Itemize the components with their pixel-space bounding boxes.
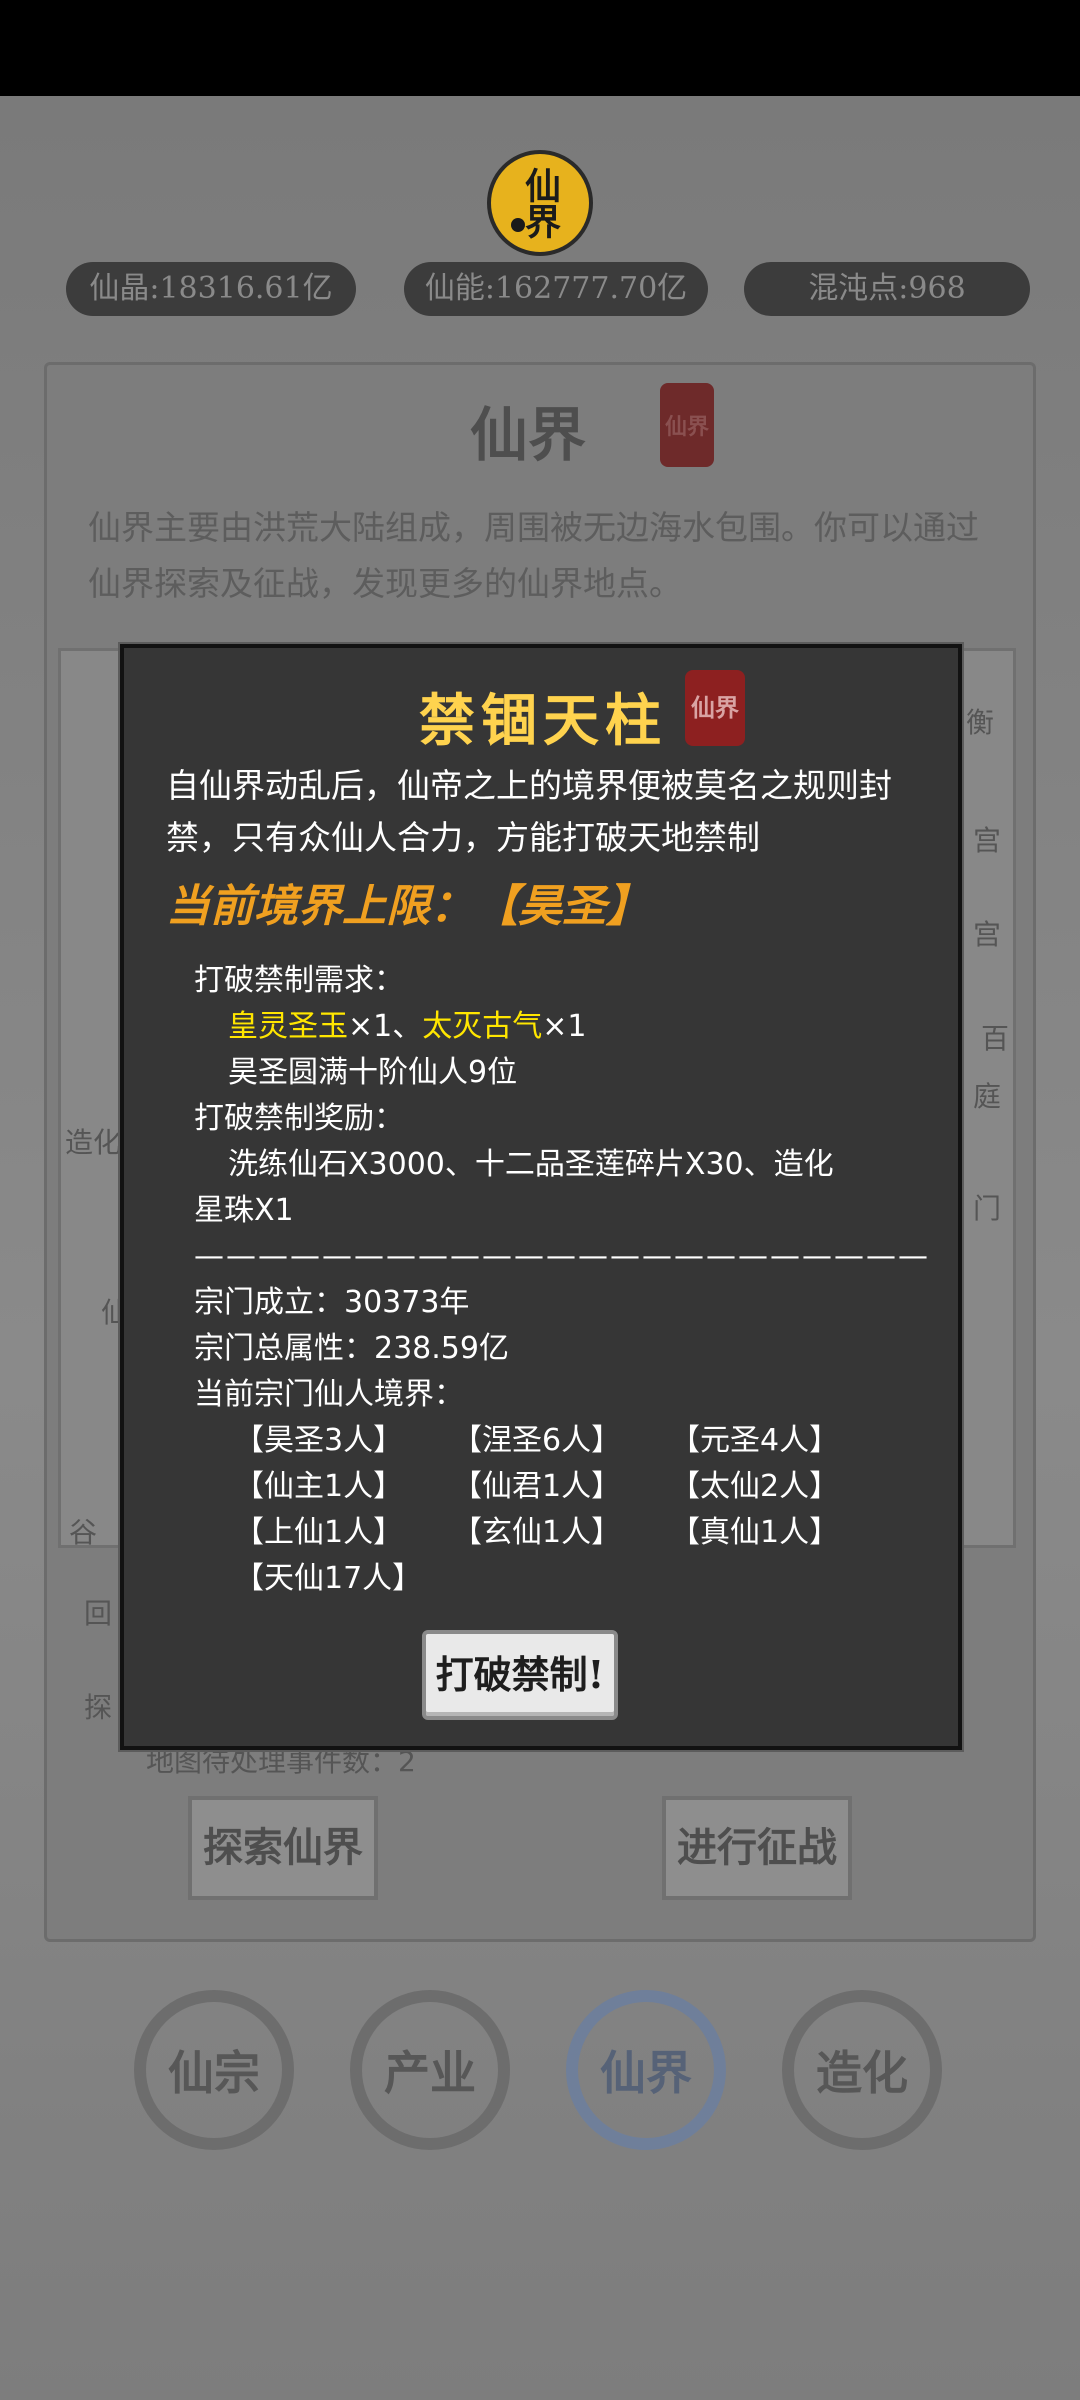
resource-crystal: 仙晶:18316.61亿 (66, 262, 356, 316)
break-seal-button[interactable]: 打破禁制! (422, 1630, 618, 1720)
seal-pillar-dialog: 禁锢天柱 仙界 自仙界动乱后，仙帝之上的境界便被莫名之规则封禁，只有众仙人合力，… (120, 644, 962, 1750)
realm-logo-icon: 仙界 (487, 150, 593, 256)
requirements-title: 打破禁制需求： (194, 963, 404, 998)
map-label[interactable]: 谷 (69, 1511, 97, 1551)
realm-entry: 【玄仙1人】 (452, 1515, 622, 1550)
req-item-qi-count: ×1 (542, 1009, 587, 1044)
dialog-description: 自仙界动乱后，仙帝之上的境界便被莫名之规则封禁，只有众仙人合力，方能打破天地禁制 (166, 766, 892, 857)
divider: ——————————————————————— (194, 1239, 930, 1274)
requirement-people: 昊圣圆满十阶仙人9位 (228, 1055, 518, 1090)
realm-entry: 【仙君1人】 (452, 1469, 622, 1504)
resource-chaos: 混沌点:968 (744, 262, 1030, 316)
realm-grid: 【昊圣3人】 【涅圣6人】 【元圣4人】 【仙主1人】 【仙君1人】 【太仙2人… (194, 1418, 934, 1602)
dialog-seal-icon: 仙界 (685, 670, 745, 746)
realm-entry: 【天仙17人】 (234, 1561, 423, 1596)
realm-entry: 【上仙1人】 (234, 1515, 404, 1550)
realms-title: 当前宗门仙人境界： (194, 1377, 464, 1412)
rewards-list: 洗练仙石X3000、十二品圣莲碎片X30、造化 (228, 1147, 834, 1182)
panel-title: 仙界 (470, 401, 587, 469)
explore-button[interactable]: 探索仙界 (188, 1796, 378, 1900)
panel-seal-icon: 仙界 (660, 383, 714, 467)
map-control-button[interactable]: 回 (84, 1592, 112, 1632)
panel-description: 仙界主要由洪荒大陆组成，周围被无边海水包围。你可以通过仙界探索及征战，发现更多的… (88, 508, 979, 603)
realm-entry: 【真仙1人】 (670, 1515, 840, 1550)
status-bar (0, 0, 1080, 96)
rewards-title: 打破禁制奖励： (194, 1101, 404, 1136)
nav-industry[interactable]: 产业 (350, 1990, 510, 2150)
realm-entry: 【涅圣6人】 (452, 1423, 622, 1458)
map-label[interactable]: 庭 (973, 1075, 1001, 1115)
nav-realm[interactable]: 仙界 (566, 1990, 726, 2150)
nav-creation[interactable]: 造化 (782, 1990, 942, 2150)
realm-entry: 【元圣4人】 (670, 1423, 840, 1458)
realm-entry: 【太仙2人】 (670, 1469, 840, 1504)
map-label[interactable]: 门 (973, 1187, 1001, 1227)
map-label[interactable]: 宫 (973, 819, 1001, 859)
battle-button[interactable]: 进行征战 (662, 1796, 852, 1900)
sect-founded: 宗门成立：30373年 (194, 1285, 470, 1320)
sect-attribute: 宗门总属性：238.59亿 (194, 1331, 509, 1366)
resource-energy: 仙能:162777.70亿 (404, 262, 708, 316)
realm-entry: 【昊圣3人】 (234, 1423, 404, 1458)
req-item-jade: 皇灵圣玉 (228, 1009, 348, 1044)
rewards-list-cont: 星珠X1 (194, 1193, 294, 1228)
req-item-qi: 太灭古气 (422, 1009, 543, 1044)
requirement-items: 皇灵圣玉×1、太灭古气×1 (194, 1004, 934, 1050)
nav-sect[interactable]: 仙宗 (134, 1990, 294, 2150)
dialog-title: 禁锢天柱 (419, 688, 667, 754)
req-item-jade-count: ×1、 (348, 1009, 423, 1044)
explore-hint: 探 (84, 1691, 113, 1724)
dialog-body: 打破禁制需求： 皇灵圣玉×1、太灭古气×1 昊圣圆满十阶仙人9位 打破禁制奖励：… (194, 958, 934, 1602)
realm-entry: 【仙主1人】 (234, 1469, 404, 1504)
map-label[interactable]: 宫 (973, 913, 1001, 953)
map-label[interactable]: 百 (981, 1017, 1009, 1057)
map-label[interactable]: 衡 (966, 701, 994, 741)
realm-limit: 当前境界上限：【昊圣】 (166, 881, 650, 932)
map-label[interactable]: 造化 (65, 1121, 121, 1161)
